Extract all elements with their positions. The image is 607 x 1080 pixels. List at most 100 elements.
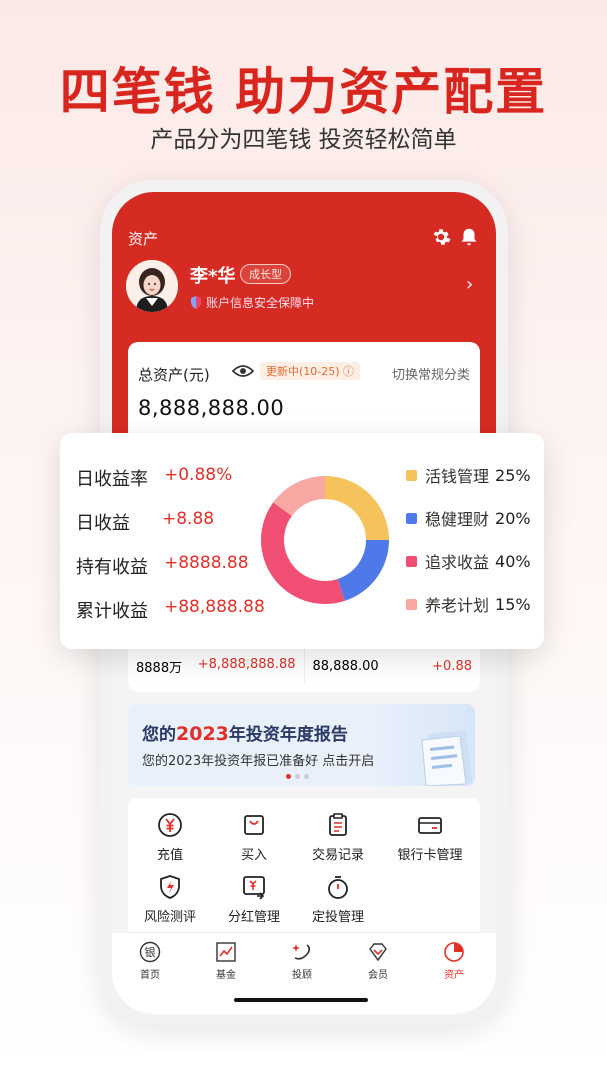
legend-percent: 40%: [495, 551, 531, 571]
legend-swatch: [406, 598, 417, 610]
security-text: 账户信息安全保障中: [206, 296, 315, 310]
tab-label: 会员: [368, 970, 388, 981]
quick-actions-card: 充值 买入 交易记录 银行卡管理 风险测评 分红管理 定投管理: [128, 798, 480, 938]
eye-icon[interactable]: [232, 362, 254, 380]
metric-label: 日收益率: [76, 469, 148, 490]
action-risk-assessment[interactable]: 风险测评: [130, 874, 210, 925]
stopwatch-icon: [328, 876, 348, 899]
tab-label: 基金: [216, 970, 236, 981]
holdings-right: 88,888.00 +0.88: [305, 659, 481, 674]
report-document-icon: [421, 730, 472, 786]
avatar[interactable]: [126, 260, 178, 312]
metric-daily-earnings: 日收益 +8.88: [76, 509, 214, 535]
legend-percent: 20%: [495, 508, 531, 528]
security-status: 账户信息安全保障中: [190, 294, 314, 311]
banner-title-pre: 您的: [142, 725, 176, 745]
tab-funds[interactable]: 基金: [196, 941, 256, 981]
holdings-left: 8888万 +8,888,888.88: [128, 657, 304, 676]
card-icon: [418, 817, 442, 834]
action-label: 风险测评: [143, 910, 196, 925]
clipboard-icon: [329, 813, 347, 836]
promo-subtitle: 产品分为四笔钱 投资轻松简单: [150, 127, 457, 153]
bell-icon[interactable]: [458, 226, 480, 248]
legend-label: 追求收益: [425, 553, 490, 572]
metric-cumulative-earnings: 累计收益 +88,888.88: [76, 597, 265, 623]
donut-slice-1[interactable]: [337, 540, 389, 601]
metric-label: 持有收益: [76, 557, 148, 578]
action-label: 银行卡管理: [397, 848, 463, 863]
metric-label: 日收益: [76, 513, 130, 534]
banner-subtitle: 您的2023年投资年报已准备好 点击开启: [142, 754, 375, 769]
metric-value: +8888.88: [164, 553, 249, 573]
metric-value: +88,888.88: [164, 597, 265, 617]
shield-bolt-icon: [160, 875, 180, 899]
switch-category-link[interactable]: 切换常规分类: [392, 364, 470, 383]
legend-label: 稳健理财: [425, 510, 490, 529]
home-indicator: [234, 998, 368, 1002]
action-transaction-records[interactable]: 交易记录: [298, 812, 378, 863]
legend-percent: 15%: [495, 594, 531, 614]
holdings-left-amount: 8888万: [136, 660, 183, 676]
advisor-icon: [292, 944, 311, 960]
diamond-icon: [369, 943, 387, 962]
page-dot[interactable]: [295, 774, 300, 779]
bag-icon: [244, 815, 264, 835]
legend-item: 养老计划 15%: [406, 592, 531, 616]
page-dot[interactable]: [304, 774, 309, 779]
allocation-donut-chart: [261, 476, 389, 604]
donut-slice-2[interactable]: [261, 502, 345, 604]
legend-item: 追求收益 40%: [406, 549, 531, 573]
action-bank-card[interactable]: 银行卡管理: [386, 812, 474, 863]
shield-icon: [191, 296, 201, 309]
action-buy[interactable]: 买入: [214, 812, 294, 863]
tab-label: 资产: [444, 970, 464, 981]
banner-pagination: [286, 774, 309, 779]
chart-icon: [216, 942, 236, 962]
action-auto-invest[interactable]: 定投管理: [298, 874, 378, 925]
tab-assets[interactable]: 资产: [424, 941, 484, 981]
holdings-right-gain: +0.88: [432, 658, 472, 674]
tab-membership[interactable]: 会员: [348, 941, 408, 981]
metric-daily-yield-rate: 日收益率 +0.88%: [76, 465, 232, 491]
user-type-badge: 成长型: [240, 264, 291, 284]
holdings-right-amount: 88,888.00: [312, 658, 379, 674]
update-status-badge[interactable]: 更新中(10-25) ⓘ: [260, 362, 361, 380]
donut-slice-0[interactable]: [325, 476, 389, 540]
page-dot[interactable]: [286, 774, 291, 779]
bank-icon: 银: [139, 941, 161, 963]
legend-item: 活钱管理 25%: [406, 463, 531, 487]
action-label: 充值: [156, 848, 183, 863]
action-label: 定投管理: [311, 910, 364, 925]
gear-icon[interactable]: [430, 226, 452, 248]
legend-swatch: [406, 555, 417, 567]
legend-item: 稳健理财 20%: [406, 506, 531, 530]
user-name: 李*华: [190, 266, 236, 287]
chevron-right-icon[interactable]: ›: [466, 274, 473, 295]
metric-value: +0.88%: [164, 465, 233, 485]
legend-label: 养老计划: [425, 596, 490, 615]
total-assets-value: 8,888,888.00: [138, 396, 285, 420]
banner-title-year: 2023: [176, 723, 229, 745]
action-recharge[interactable]: 充值: [130, 812, 210, 863]
action-label: 买入: [240, 848, 267, 863]
page-title: 资产: [128, 230, 159, 248]
yuan-circle-icon: [158, 813, 182, 837]
legend-swatch: [406, 512, 417, 524]
holdings-left-gain: +8,888,888.88: [197, 656, 296, 672]
action-dividend[interactable]: 分红管理: [214, 874, 294, 925]
tab-home[interactable]: 银 首页: [120, 941, 180, 981]
promo-title: 四笔钱 助力资产配置: [59, 63, 548, 121]
pie-icon: [444, 942, 464, 962]
legend-label: 活钱管理: [425, 467, 490, 486]
banner-title-post: 年投资年度报告: [228, 725, 348, 745]
metric-holding-earnings: 持有收益 +8888.88: [76, 553, 249, 579]
tab-label: 投顾: [292, 970, 312, 981]
metric-value: +8.88: [162, 509, 215, 529]
action-label: 分红管理: [227, 910, 280, 925]
legend-swatch: [406, 469, 417, 481]
update-status-text: 更新中(10-25): [266, 365, 340, 378]
total-assets-label: 总资产(元): [138, 366, 210, 384]
metric-label: 累计收益: [76, 601, 148, 622]
tab-label: 首页: [140, 970, 160, 981]
tab-advisor[interactable]: 投顾: [272, 941, 332, 981]
